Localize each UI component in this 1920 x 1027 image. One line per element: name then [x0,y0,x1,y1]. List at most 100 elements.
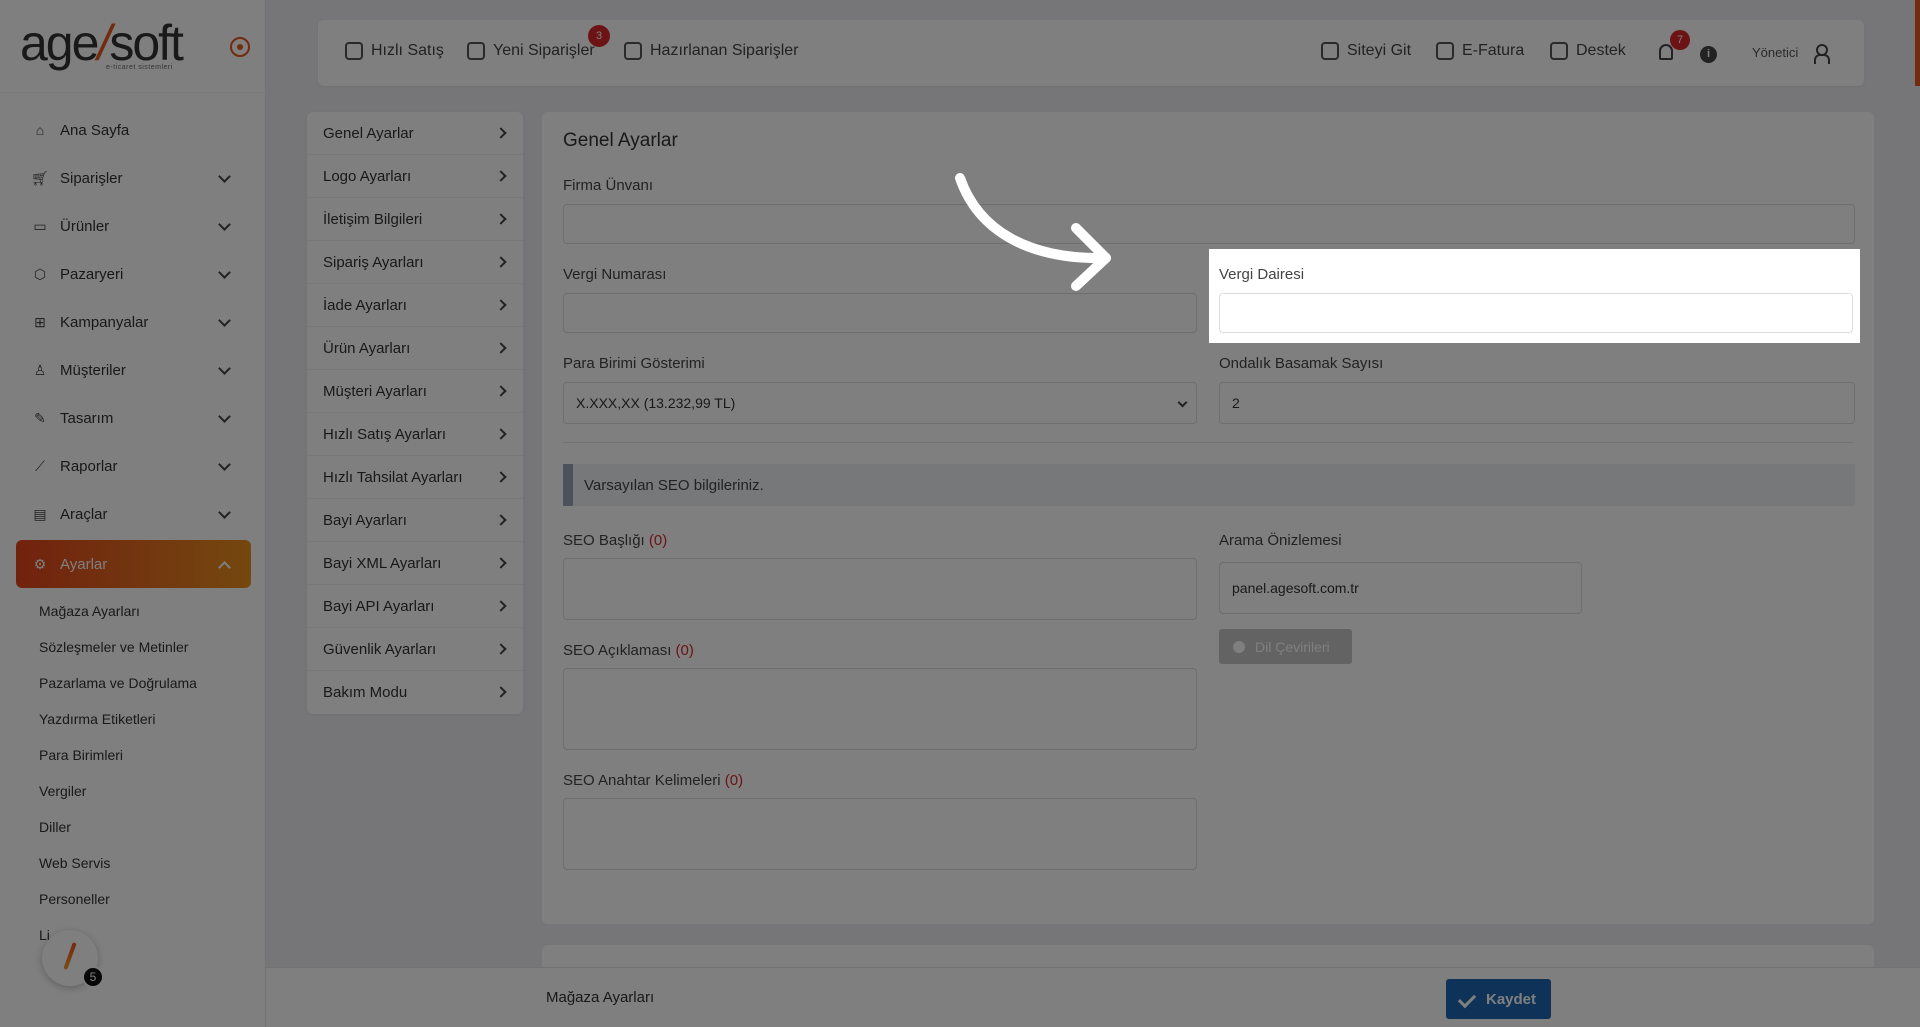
submenu-item-magaza-ayarlari[interactable]: Mağaza Ayarları [39,598,259,634]
scrollbar[interactable] [1915,0,1920,86]
topbar-e-fatura[interactable]: E-Fatura [1436,42,1524,60]
bell-icon[interactable] [1659,44,1673,60]
sidebar: age/soft e-ticaret sistemleri ⌂ Ana Sayfa… [0,0,266,1027]
info-icon[interactable]: i [1700,46,1717,63]
logo-text-soft: soft [109,15,184,71]
user-icon: ♙ [33,361,47,378]
submenu-item-web-servis[interactable]: Web Servis [39,850,259,886]
package-icon [624,42,642,60]
vergi-dairesi-input[interactable] [1219,293,1853,333]
settings-item-iade[interactable]: İade Ayarları [307,284,523,327]
topbar-hizli-satis[interactable]: Hızlı Satış [345,42,444,60]
floating-action-button[interactable]: 5 [42,930,104,988]
topbar-label: Yeni Siparişler [493,42,595,59]
sidebar-item-urunler[interactable]: ▭ Ürünler [16,202,251,250]
sidebar-item-ana-sayfa[interactable]: ⌂ Ana Sayfa [16,106,251,154]
logo-tagline: e-ticaret sistemleri [106,64,173,71]
sidebar-submenu: Mağaza Ayarları Sözleşmeler ve Metinler … [39,598,259,958]
logo[interactable]: age/soft e-ticaret sistemleri [20,18,220,74]
para-birimi-value: X.XXX,XX (13.232,99 TL) [576,395,736,411]
settings-item-label: Hızlı Satış Ayarları [323,425,447,443]
bottom-bar: Mağaza Ayarları Kaydet [266,967,1920,1027]
submenu-item-para-birimleri[interactable]: Para Birimleri [39,742,259,778]
chevron-down-icon [218,314,231,327]
sidebar-item-araclar[interactable]: ▤ Araçlar [16,490,251,538]
submenu-item-personeller[interactable]: Personeller [39,886,259,922]
clipboard-icon: ▤ [33,505,47,522]
submenu-item-yazdirma[interactable]: Yazdırma Etiketleri [39,706,259,742]
settings-item-label: Genel Ayarlar [323,124,414,142]
settings-item-bayi[interactable]: Bayi Ayarları [307,499,523,542]
user-icon[interactable] [1814,44,1830,64]
chevron-right-icon [495,557,507,569]
box-icon: ⬡ [33,265,47,282]
vergi-numarasi-input[interactable] [563,293,1197,333]
settings-item-hizli-satis[interactable]: Hızlı Satış Ayarları [307,413,523,456]
topbar-hazirlanan-siparisler[interactable]: Hazırlanan Siparişler [624,42,799,60]
settings-item-guvenlik[interactable]: Güvenlik Ayarları [307,628,523,671]
topbar-siteyi-git[interactable]: Siteyi Git [1321,42,1411,60]
submenu-item-diller[interactable]: Diller [39,814,259,850]
seo-anahtar-count: (0) [724,772,744,789]
sidebar-item-kampanyalar[interactable]: ⊞ Kampanyalar [16,298,251,346]
save-button[interactable]: Kaydet [1446,979,1551,1019]
page-title: Genel Ayarlar [563,130,678,151]
chevron-right-icon [495,643,507,655]
sidebar-item-pazaryeri[interactable]: ⬡ Pazaryeri [16,250,251,298]
firma-unvani-input[interactable] [563,204,1855,244]
new-orders-badge: 3 [588,25,610,47]
sidebar-item-label: Ayarlar [60,555,108,573]
sidebar-item-ayarlar[interactable]: ⚙ Ayarlar [16,540,251,588]
chevron-down-icon [218,458,231,471]
settings-item-label: İletişim Bilgileri [323,210,423,228]
ondalik-label: Ondalık Basamak Sayısı [1219,355,1384,372]
chevron-down-icon [1177,397,1188,408]
chevron-right-icon [495,127,507,139]
seo-aciklama-textarea[interactable] [563,668,1197,750]
chevron-right-icon [495,428,507,440]
settings-item-urun[interactable]: Ürün Ayarları [307,327,523,370]
submenu-item-sozlesmeler[interactable]: Sözleşmeler ve Metinler [39,634,259,670]
sidebar-nav: ⌂ Ana Sayfa 🛒︎ Siparişler ▭ Ürünler ⬡ Pazary… [16,106,251,588]
para-birimi-select[interactable]: X.XXX,XX (13.232,99 TL) [563,382,1197,424]
topbar-label: Destek [1576,42,1626,59]
edit-icon: ✎ [34,409,46,426]
seo-baslik-input[interactable] [563,558,1197,620]
logo-slash: / [97,15,111,71]
sidebar-item-label: Müşteriler [60,361,126,379]
seo-aciklama-label: SEO Açıklaması (0) [563,642,694,659]
sidebar-item-siparisler[interactable]: 🛒︎ Siparişler [16,154,251,202]
settings-item-musteri[interactable]: Müşteri Ayarları [307,370,523,413]
book-icon: ▭ [33,217,47,234]
chevron-right-icon [495,600,507,612]
floating-badge: 5 [82,966,104,988]
settings-item-label: Bayi API Ayarları [323,597,435,615]
submenu-item-vergiler[interactable]: Vergiler [39,778,259,814]
settings-item-bayi-xml[interactable]: Bayi XML Ayarları [307,542,523,585]
chevron-down-icon [218,410,231,423]
chevron-down-icon [218,218,231,231]
settings-item-logo[interactable]: Logo Ayarları [307,155,523,198]
sidebar-item-musteriler[interactable]: ♙ Müşteriler [16,346,251,394]
ondalik-input[interactable]: 2 [1219,382,1855,424]
settings-item-genel[interactable]: Genel Ayarlar [307,112,523,155]
dil-cevirileri-button[interactable]: Dil Çevirileri [1219,629,1352,664]
sidebar-toggle-icon[interactable] [230,37,250,57]
submenu-item-pazarlama[interactable]: Pazarlama ve Doğrulama [39,670,259,706]
settings-menu: Genel Ayarlar Logo Ayarları İletişim Bil… [307,112,523,714]
settings-item-bayi-api[interactable]: Bayi API Ayarları [307,585,523,628]
highlighted-vergi-dairesi: Vergi Dairesi [1209,249,1860,343]
settings-item-iletisim[interactable]: İletişim Bilgileri [307,198,523,241]
settings-item-hizli-tahsilat[interactable]: Hızlı Tahsilat Ayarları [307,456,523,499]
chevron-right-icon [495,514,507,526]
topbar-label: Hızlı Satış [371,42,444,59]
topbar-destek[interactable]: Destek [1550,42,1626,60]
vergi-numarasi-label: Vergi Numarası [563,266,667,283]
topbar-yeni-siparisler[interactable]: Yeni Siparişler [467,42,595,60]
seo-anahtar-textarea[interactable] [563,798,1197,870]
user-label[interactable]: Yönetici [1752,45,1798,60]
settings-item-siparis[interactable]: Sipariş Ayarları [307,241,523,284]
sidebar-item-tasarim[interactable]: ✎ Tasarım [16,394,251,442]
settings-item-bakim[interactable]: Bakım Modu [307,671,523,714]
sidebar-item-raporlar[interactable]: ⟋ Raporlar [16,442,251,490]
